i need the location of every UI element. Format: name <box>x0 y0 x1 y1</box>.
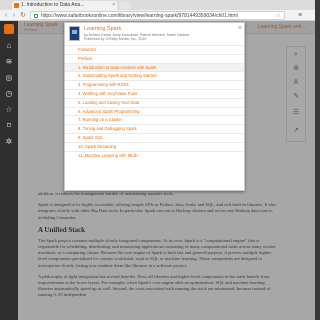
toc-item[interactable]: 2. Downloading Spark and Getting Started <box>65 71 244 80</box>
toc-item[interactable]: 8. Tuning and Debugging Spark <box>65 124 244 133</box>
toc-item[interactable]: 9. Spark SQL <box>65 132 244 142</box>
toc-item[interactable]: 5. Loading and Saving Your Data <box>65 97 244 107</box>
toc-item[interactable]: Foreword <box>65 45 244 54</box>
toc-item[interactable]: 1. Introduction to Data Analysis with Sp… <box>65 62 244 72</box>
bookmark-icon[interactable]: ⌑ <box>4 121 14 131</box>
browser-tab[interactable]: 1. Introduction to Data Ana... × <box>12 1 117 10</box>
toc-book-title[interactable]: Learning Spark <box>84 26 121 32</box>
home-icon[interactable]: ⌂ <box>4 41 14 51</box>
close-tab-icon[interactable]: × <box>112 1 115 10</box>
book-cover <box>69 26 80 41</box>
toc-item[interactable]: 10. Spark Streaming <box>65 141 244 151</box>
toc-item[interactable]: 4. Working with Key/Value Pairs <box>65 88 244 98</box>
globe-icon[interactable]: ◎ <box>4 73 14 83</box>
toc-item[interactable]: 6. Advanced Spark Programming <box>65 106 244 116</box>
back-icon[interactable]: ‹ <box>2 11 10 20</box>
settings-icon[interactable]: ✲ <box>4 137 14 147</box>
toc-item[interactable]: 11. Machine Learning with MLlib <box>65 150 244 160</box>
reload-icon[interactable]: ↻ <box>19 11 27 20</box>
toc-item[interactable]: 7. Running on a Cluster <box>65 115 244 124</box>
toc-list: Foreword Preface 1. Introduction to Data… <box>65 45 244 160</box>
layers-icon[interactable]: ≋ <box>4 57 14 67</box>
favicon-icon <box>14 3 19 8</box>
url-text: https://www.safaribooksonline.com/librar… <box>41 13 238 19</box>
address-bar: ‹ › ↻ https://www.safaribooksonline.com/… <box>0 10 315 21</box>
close-icon[interactable]: × <box>238 25 242 32</box>
toc-item[interactable]: Preface <box>65 53 244 63</box>
app-window: 1. Introduction to Data Ana... × ‹ › ↻ h… <box>0 0 315 320</box>
lock-icon <box>34 14 38 18</box>
star-icon[interactable]: ☆ <box>4 105 14 115</box>
url-input[interactable]: https://www.safaribooksonline.com/librar… <box>30 11 285 20</box>
toc-item[interactable]: 3. Programming with RDDs <box>65 80 244 89</box>
bookmark-star-icon[interactable]: ☆ <box>276 12 281 19</box>
browser-menu-icon[interactable]: ≡ <box>295 11 305 20</box>
tab-title: 1. Introduction to Data Ana... <box>21 2 85 8</box>
new-tab-button[interactable] <box>120 2 130 9</box>
browser-tab-bar: 1. Introduction to Data Ana... × <box>0 0 315 10</box>
toc-publisher: Published by O'Reilly Media, Inc., 2015 <box>84 37 147 41</box>
history-icon[interactable]: ◷ <box>4 89 14 99</box>
toc-panel: Learning Spark by Holden Karau, Andy Kon… <box>64 22 245 191</box>
left-sidebar: ⌂ ≋ ◎ ◷ ☆ ⌑ ✲ <box>0 21 18 320</box>
forward-icon[interactable]: › <box>10 11 18 20</box>
safari-logo-icon[interactable] <box>4 24 14 34</box>
toc-header: Learning Spark by Holden Karau, Andy Kon… <box>65 23 244 45</box>
